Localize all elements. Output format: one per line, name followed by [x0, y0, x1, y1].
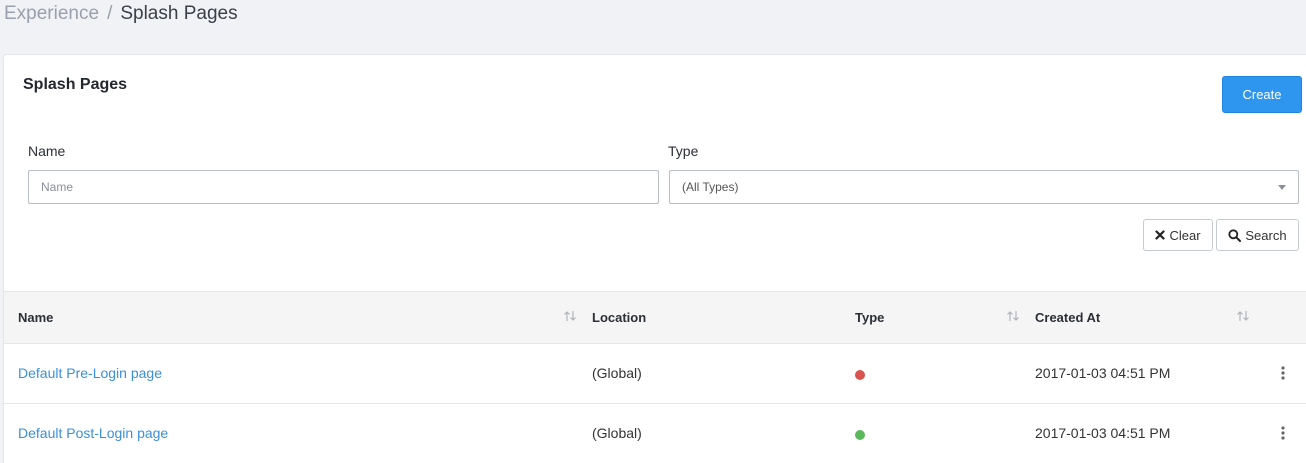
- row-name-link[interactable]: Default Pre-Login page: [18, 365, 162, 381]
- row-location: (Global): [592, 365, 642, 381]
- more-options-icon[interactable]: [1281, 365, 1285, 381]
- table-header: Name Location Type Created At: [4, 291, 1306, 344]
- row-created-at: 2017-01-03 04:51 PM: [1035, 365, 1171, 381]
- sort-icon[interactable]: [1006, 310, 1020, 322]
- sort-icon[interactable]: [563, 310, 577, 322]
- status-dot-icon: [855, 370, 865, 380]
- table-row: Default Post-Login page (Global) 2017-01…: [4, 404, 1306, 463]
- page-title: Splash Pages: [23, 76, 128, 93]
- sort-icon[interactable]: [1236, 310, 1250, 322]
- search-icon: [1228, 228, 1242, 242]
- breadcrumb-current: Splash Pages: [120, 3, 238, 24]
- column-header-created-at[interactable]: Created At: [1035, 310, 1100, 325]
- name-filter-input[interactable]: [28, 170, 659, 204]
- more-options-icon[interactable]: [1281, 425, 1285, 441]
- breadcrumb-separator: /: [107, 3, 113, 24]
- row-created-at: 2017-01-03 04:51 PM: [1035, 425, 1171, 441]
- clear-button[interactable]: Clear: [1143, 219, 1213, 251]
- clear-button-label: Clear: [1169, 227, 1201, 243]
- search-button[interactable]: Search: [1216, 219, 1299, 251]
- type-filter-value: (All Types): [682, 180, 739, 194]
- row-name-link[interactable]: Default Post-Login page: [18, 425, 168, 441]
- table-row: Default Pre-Login page (Global) 2017-01-…: [4, 344, 1306, 404]
- type-filter-select[interactable]: (All Types): [669, 170, 1299, 204]
- status-dot-icon: [855, 430, 865, 440]
- chevron-down-icon: [1278, 184, 1286, 190]
- column-header-name[interactable]: Name: [18, 310, 53, 325]
- name-filter-label: Name: [28, 143, 66, 159]
- breadcrumb-experience-link[interactable]: Experience: [4, 3, 99, 25]
- search-button-label: Search: [1245, 227, 1287, 243]
- breadcrumb: Experience / Splash Pages: [4, 2, 238, 26]
- close-icon: [1155, 230, 1166, 240]
- row-location: (Global): [592, 425, 642, 441]
- type-filter-label: Type: [668, 143, 699, 159]
- column-header-location: Location: [592, 310, 647, 325]
- column-header-type[interactable]: Type: [855, 310, 884, 325]
- splash-pages-panel: Splash Pages Create Name Type (All Types…: [3, 54, 1306, 463]
- create-button[interactable]: Create: [1222, 76, 1302, 113]
